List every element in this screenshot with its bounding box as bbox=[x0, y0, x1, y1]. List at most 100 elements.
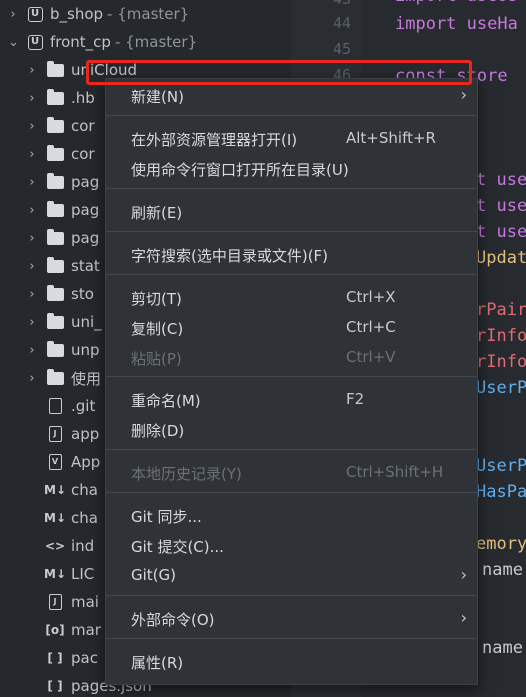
menu-item-open-terminal[interactable]: 使用命令行窗口打开所在目录(U) bbox=[106, 155, 477, 183]
menu-item-local-history: 本地历史记录(Y) Ctrl+Shift+H bbox=[131, 463, 444, 483]
markdown-file-icon: M↓ bbox=[44, 483, 66, 497]
file-icon bbox=[45, 396, 65, 416]
menu-divider bbox=[106, 595, 477, 596]
code-line[interactable]: emory bbox=[476, 534, 526, 554]
folder-icon bbox=[45, 60, 65, 80]
chevron-right-icon[interactable]: › bbox=[27, 147, 37, 162]
code-line[interactable]: UserP bbox=[476, 456, 526, 476]
menu-divider bbox=[106, 449, 477, 450]
branch-label: - {master} bbox=[114, 33, 198, 51]
folder-icon bbox=[45, 228, 65, 248]
folder-icon bbox=[45, 340, 65, 360]
chevron-right-icon[interactable]: › bbox=[27, 371, 37, 386]
project-front-cp[interactable]: ⌄ U front_cp - {master} bbox=[0, 28, 291, 56]
branch-label: - {master} bbox=[107, 5, 190, 23]
chevron-right-icon[interactable]: › bbox=[27, 231, 37, 246]
project-name: b_shop bbox=[50, 5, 104, 23]
tree-item-label: uni_ bbox=[71, 313, 102, 331]
project-icon: U bbox=[25, 4, 45, 24]
menu-item-copy[interactable]: 复制(C) Ctrl+C bbox=[106, 314, 477, 342]
tree-item-label: LIC bbox=[71, 565, 95, 583]
code-line[interactable]: rInfo bbox=[476, 352, 526, 372]
line-number: 43 bbox=[321, 0, 351, 8]
markdown-file-icon: M↓ bbox=[44, 511, 66, 525]
code-line[interactable]: Update bbox=[476, 248, 526, 268]
json-file-icon: [ ] bbox=[47, 679, 63, 693]
menu-divider bbox=[106, 638, 477, 639]
folder-icon bbox=[45, 284, 65, 304]
line-number: 44 bbox=[332, 14, 351, 32]
menu-item-git-commit[interactable]: Git 提交(C)... bbox=[106, 532, 477, 560]
chevron-right-icon[interactable]: › bbox=[27, 315, 37, 330]
tree-item-label: cha bbox=[71, 481, 98, 499]
markdown-file-icon: M↓ bbox=[44, 567, 66, 581]
menu-item-new[interactable]: 新建(N) › bbox=[106, 82, 477, 110]
menu-item-properties[interactable]: 属性(R) bbox=[106, 648, 477, 676]
code-line[interactable]: import useHa bbox=[395, 14, 518, 34]
tree-item-label: app bbox=[71, 425, 100, 443]
menu-divider bbox=[106, 231, 477, 232]
chevron-right-icon[interactable]: › bbox=[27, 287, 37, 302]
project-icon: U bbox=[25, 32, 45, 52]
tree-item-label: pac bbox=[71, 649, 98, 667]
folder-icon bbox=[45, 200, 65, 220]
folder-icon bbox=[45, 144, 65, 164]
code-line[interactable]: t use bbox=[476, 170, 526, 190]
code-line[interactable]: name bbox=[482, 638, 523, 658]
code-line[interactable]: rInfo bbox=[476, 326, 526, 346]
code-line[interactable]: t use bbox=[476, 196, 526, 216]
folder-icon bbox=[45, 368, 65, 388]
menu-item-open-in-explorer[interactable]: 在外部资源管理器打开(I) Alt+Shift+R bbox=[106, 125, 477, 153]
chevron-right-icon[interactable]: › bbox=[27, 343, 37, 358]
menu-item-external-command[interactable]: 外部命令(O) › bbox=[106, 605, 477, 633]
menu-item-delete[interactable]: 删除(D) bbox=[106, 416, 477, 444]
tree-item-label: cor bbox=[71, 117, 95, 135]
chevron-right-icon[interactable]: › bbox=[27, 63, 37, 78]
code-line[interactable]: HasPa bbox=[476, 482, 526, 502]
folder-icon bbox=[45, 116, 65, 136]
chevron-right-icon: › bbox=[460, 608, 467, 627]
menu-divider bbox=[106, 274, 477, 275]
tree-item-label: cor bbox=[71, 145, 95, 163]
tree-item-label: 使用 bbox=[71, 369, 102, 388]
project-name: front_cp bbox=[50, 33, 111, 51]
code-line[interactable]: UserP bbox=[476, 378, 526, 398]
vue-file-icon: V bbox=[45, 452, 65, 472]
folder-icon bbox=[45, 312, 65, 332]
menu-item-git[interactable]: Git(G) › bbox=[106, 562, 477, 590]
json-file-icon: [ ] bbox=[47, 651, 63, 665]
code-line[interactable]: import useUs bbox=[395, 0, 518, 6]
menu-item-search[interactable]: 字符搜索(选中目录或文件)(F) bbox=[106, 241, 477, 269]
menu-item-refresh[interactable]: 刷新(E) bbox=[106, 198, 477, 226]
tree-item-label: mar bbox=[71, 621, 101, 639]
js-file-icon: J bbox=[45, 592, 65, 612]
tree-item-label: .hb bbox=[71, 89, 95, 107]
chevron-right-icon: › bbox=[460, 85, 467, 104]
folder-icon bbox=[45, 172, 65, 192]
chevron-right-icon[interactable]: › bbox=[8, 7, 18, 22]
selection-highlight-box bbox=[86, 60, 472, 85]
tree-item-label: pag bbox=[71, 229, 100, 247]
html-file-icon: <> bbox=[44, 539, 66, 553]
chevron-right-icon[interactable]: › bbox=[27, 175, 37, 190]
tree-item-label: .git bbox=[71, 397, 96, 415]
code-line[interactable]: name bbox=[482, 560, 523, 580]
tree-item-label: stat bbox=[71, 257, 100, 275]
code-line[interactable]: rPair bbox=[476, 300, 526, 320]
menu-item-paste: 粘贴(P) Ctrl+V bbox=[131, 348, 396, 368]
menu-item-rename[interactable]: 重命名(M) F2 bbox=[106, 386, 477, 414]
project-b-shop[interactable]: › U b_shop - {master} bbox=[0, 0, 291, 28]
folder-icon bbox=[45, 88, 65, 108]
chevron-right-icon[interactable]: › bbox=[27, 203, 37, 218]
chevron-right-icon[interactable]: › bbox=[27, 119, 37, 134]
js-file-icon: J bbox=[45, 424, 65, 444]
chevron-right-icon[interactable]: › bbox=[27, 91, 37, 106]
menu-item-git-sync[interactable]: Git 同步... bbox=[106, 502, 477, 530]
menu-divider bbox=[106, 188, 477, 189]
chevron-right-icon[interactable]: › bbox=[27, 259, 37, 274]
menu-item-cut[interactable]: 剪切(T) Ctrl+X bbox=[106, 284, 477, 312]
code-line[interactable]: t use bbox=[476, 222, 526, 242]
tree-item-label: pag bbox=[71, 173, 100, 191]
line-number: 45 bbox=[332, 40, 351, 58]
chevron-down-icon[interactable]: ⌄ bbox=[8, 35, 19, 50]
